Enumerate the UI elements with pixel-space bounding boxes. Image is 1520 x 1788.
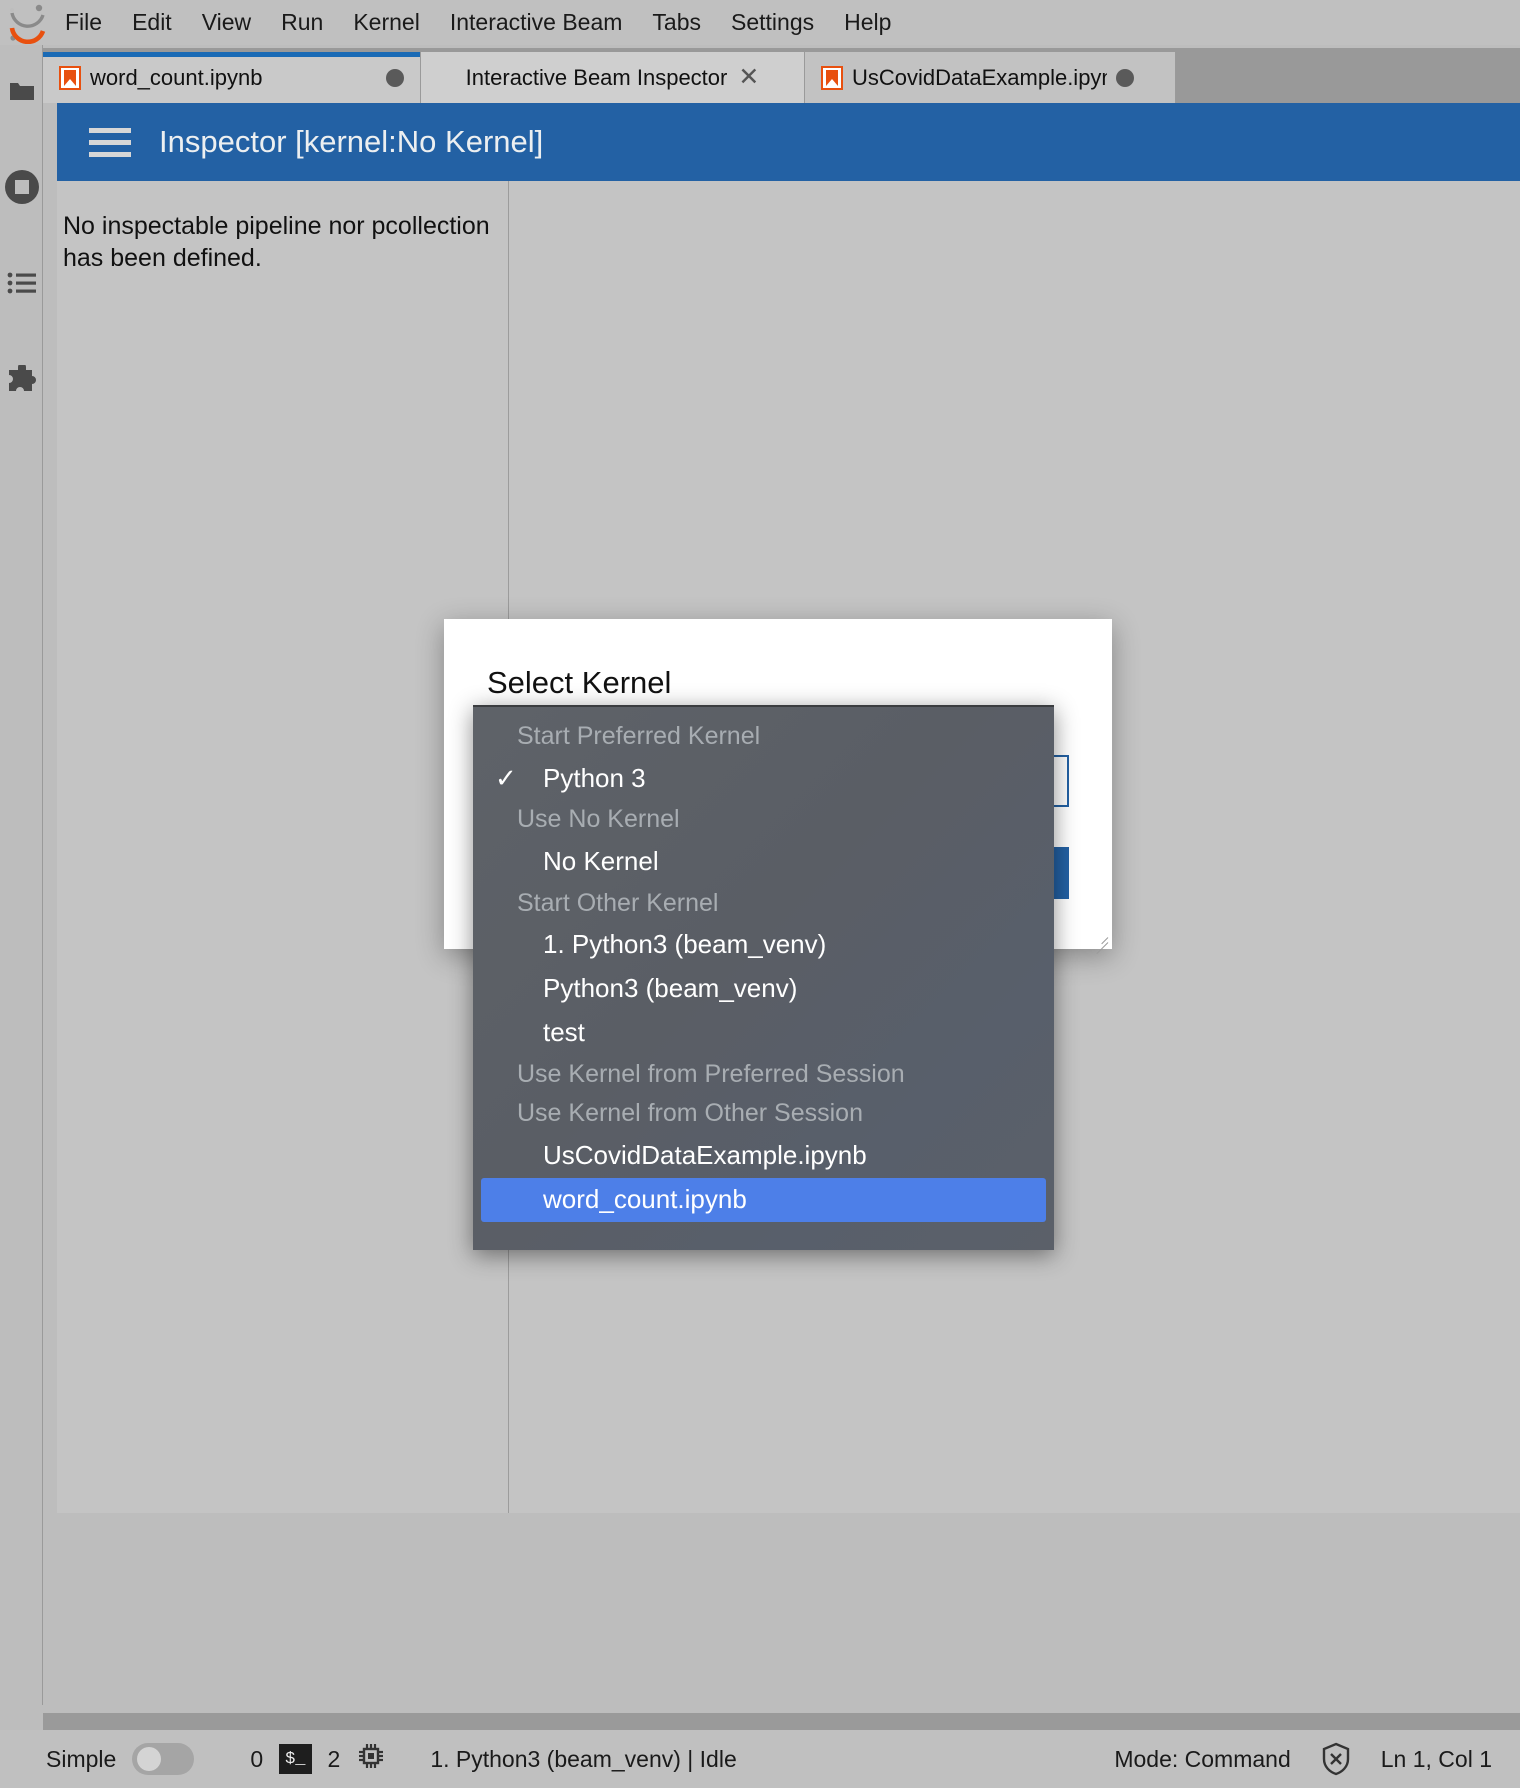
menu-help[interactable]: Help <box>829 0 906 45</box>
dropdown-group-header-start-other-kernel: Start Other Kernel <box>517 888 719 917</box>
notebook-mode: Mode: Command <box>1114 1745 1291 1772</box>
menu-tabs[interactable]: Tabs <box>637 0 716 45</box>
dropdown-item-no-kernel[interactable]: No Kernel <box>473 840 1054 884</box>
page-title: Inspector [kernel:No Kernel] <box>159 124 544 159</box>
dropdown-group-header-use-no-kernel: Use No Kernel <box>517 805 680 834</box>
sidebar-item-running[interactable] <box>0 141 43 237</box>
panel-bottom-strip <box>43 1713 1520 1730</box>
jupyter-logo-icon <box>0 0 50 45</box>
menu-run[interactable]: Run <box>266 0 338 45</box>
dropdown-item-label: test <box>543 1017 585 1048</box>
menu-kernel[interactable]: Kernel <box>338 0 434 45</box>
simple-mode-label: Simple <box>46 1745 117 1772</box>
tab-word-count-notebook[interactable]: word_count.ipynb <box>43 52 421 103</box>
activity-bar <box>0 45 43 1705</box>
kernels-count: 2 <box>327 1745 341 1772</box>
unsaved-changes-dot[interactable] <box>1116 68 1134 87</box>
cursor-position: Ln 1, Col 1 <box>1380 1745 1492 1772</box>
terminals-count: 0 <box>250 1745 264 1772</box>
dropdown-item-label: 1. Python3 (beam_venv) <box>543 929 827 960</box>
tab-label: Interactive Beam Inspector <box>465 64 728 90</box>
sidebar-item-extension-manager[interactable] <box>0 333 43 429</box>
dropdown-item-python3-beam-venv[interactable]: Python3 (beam_venv) <box>473 967 1054 1011</box>
hamburger-icon[interactable] <box>89 127 131 157</box>
notebook-icon <box>59 65 81 90</box>
notebook-icon <box>821 65 843 90</box>
shield-x-icon[interactable] <box>1321 1742 1351 1776</box>
dropdown-item-label: UsCovidDataExample.ipynb <box>543 1139 867 1170</box>
stop-circle-icon <box>4 169 40 210</box>
dropdown-item-label: Python3 (beam_venv) <box>543 973 798 1004</box>
inspector-empty-message: No inspectable pipeline nor pcollection … <box>63 212 490 272</box>
dropdown-item-uscoviddataexample-ipynb[interactable]: UsCovidDataExample.ipynb <box>473 1134 1054 1178</box>
dropdown-group-header-use-kernel-from-preferred-session: Use Kernel from Preferred Session <box>517 1059 905 1088</box>
cpu-chip-icon[interactable] <box>356 1741 386 1777</box>
menu-edit[interactable]: Edit <box>117 0 187 45</box>
dropdown-item-1-python3-beam-venv[interactable]: 1. Python3 (beam_venv) <box>473 923 1054 967</box>
dropdown-item-test[interactable]: test <box>473 1011 1054 1055</box>
menu-interactive-beam[interactable]: Interactive Beam <box>435 0 638 45</box>
dialog-title: Select Kernel <box>487 665 672 700</box>
check-icon: ✓ <box>495 762 517 793</box>
resize-handle-icon[interactable] <box>1092 929 1108 945</box>
unsaved-changes-dot[interactable] <box>386 68 404 87</box>
kernel-dropdown-menu[interactable]: Start Preferred Kernel ✓ Python 3 Use No… <box>473 705 1054 1250</box>
folder-icon <box>9 80 35 107</box>
menu-file[interactable]: File <box>50 0 117 45</box>
tab-uscoviddataexample-notebook[interactable]: UsCovidDataExample.ipynb <box>805 52 1176 103</box>
inspector-header: Inspector [kernel:No Kernel] <box>57 103 1520 181</box>
dropdown-item-label: No Kernel <box>543 845 659 876</box>
puzzle-icon <box>7 362 37 398</box>
jupyterlab-window: File Edit View Run Kernel Interactive Be… <box>0 0 1520 1788</box>
dropdown-item-word-count-ipynb[interactable]: word_count.ipynb <box>481 1177 1046 1222</box>
dropdown-item-label: Python 3 <box>543 762 646 793</box>
sidebar-item-command-palette[interactable] <box>0 237 43 333</box>
dropdown-item-label: word_count.ipynb <box>543 1183 747 1214</box>
tab-bar: word_count.ipynb Interactive Beam Inspec… <box>43 48 1520 103</box>
tab-label: UsCovidDataExample.ipynb <box>852 64 1107 90</box>
sidebar-item-file-browser[interactable] <box>0 45 43 141</box>
menu-view[interactable]: View <box>187 0 266 45</box>
dropdown-group-header-use-kernel-from-other-session: Use Kernel from Other Session <box>517 1099 863 1128</box>
dropdown-item-python-3[interactable]: ✓ Python 3 <box>473 757 1054 801</box>
kernel-status[interactable]: 1. Python3 (beam_venv) | Idle <box>430 1746 736 1773</box>
menu-bar: File Edit View Run Kernel Interactive Be… <box>0 0 1520 45</box>
simple-mode-toggle[interactable] <box>132 1743 195 1775</box>
close-icon[interactable]: ✕ <box>738 65 759 90</box>
list-icon <box>7 271 37 300</box>
terminal-icon[interactable]: $_ <box>279 1744 312 1774</box>
activitybar-bottom-block <box>0 1713 43 1730</box>
status-bar-left: Simple 0 $_ 2 1. Python3 (beam_venv) | I… <box>0 1741 737 1777</box>
tab-interactive-beam-inspector[interactable]: Interactive Beam Inspector ✕ <box>421 52 805 103</box>
dropdown-group-header-start-preferred-kernel: Start Preferred Kernel <box>517 722 761 750</box>
status-bar-right: Mode: Command Ln 1, Col 1 <box>1114 1742 1520 1776</box>
tab-label: word_count.ipynb <box>90 64 263 90</box>
status-bar: Simple 0 $_ 2 1. Python3 (beam_venv) | I… <box>0 1730 1520 1788</box>
menu-settings[interactable]: Settings <box>716 0 829 45</box>
